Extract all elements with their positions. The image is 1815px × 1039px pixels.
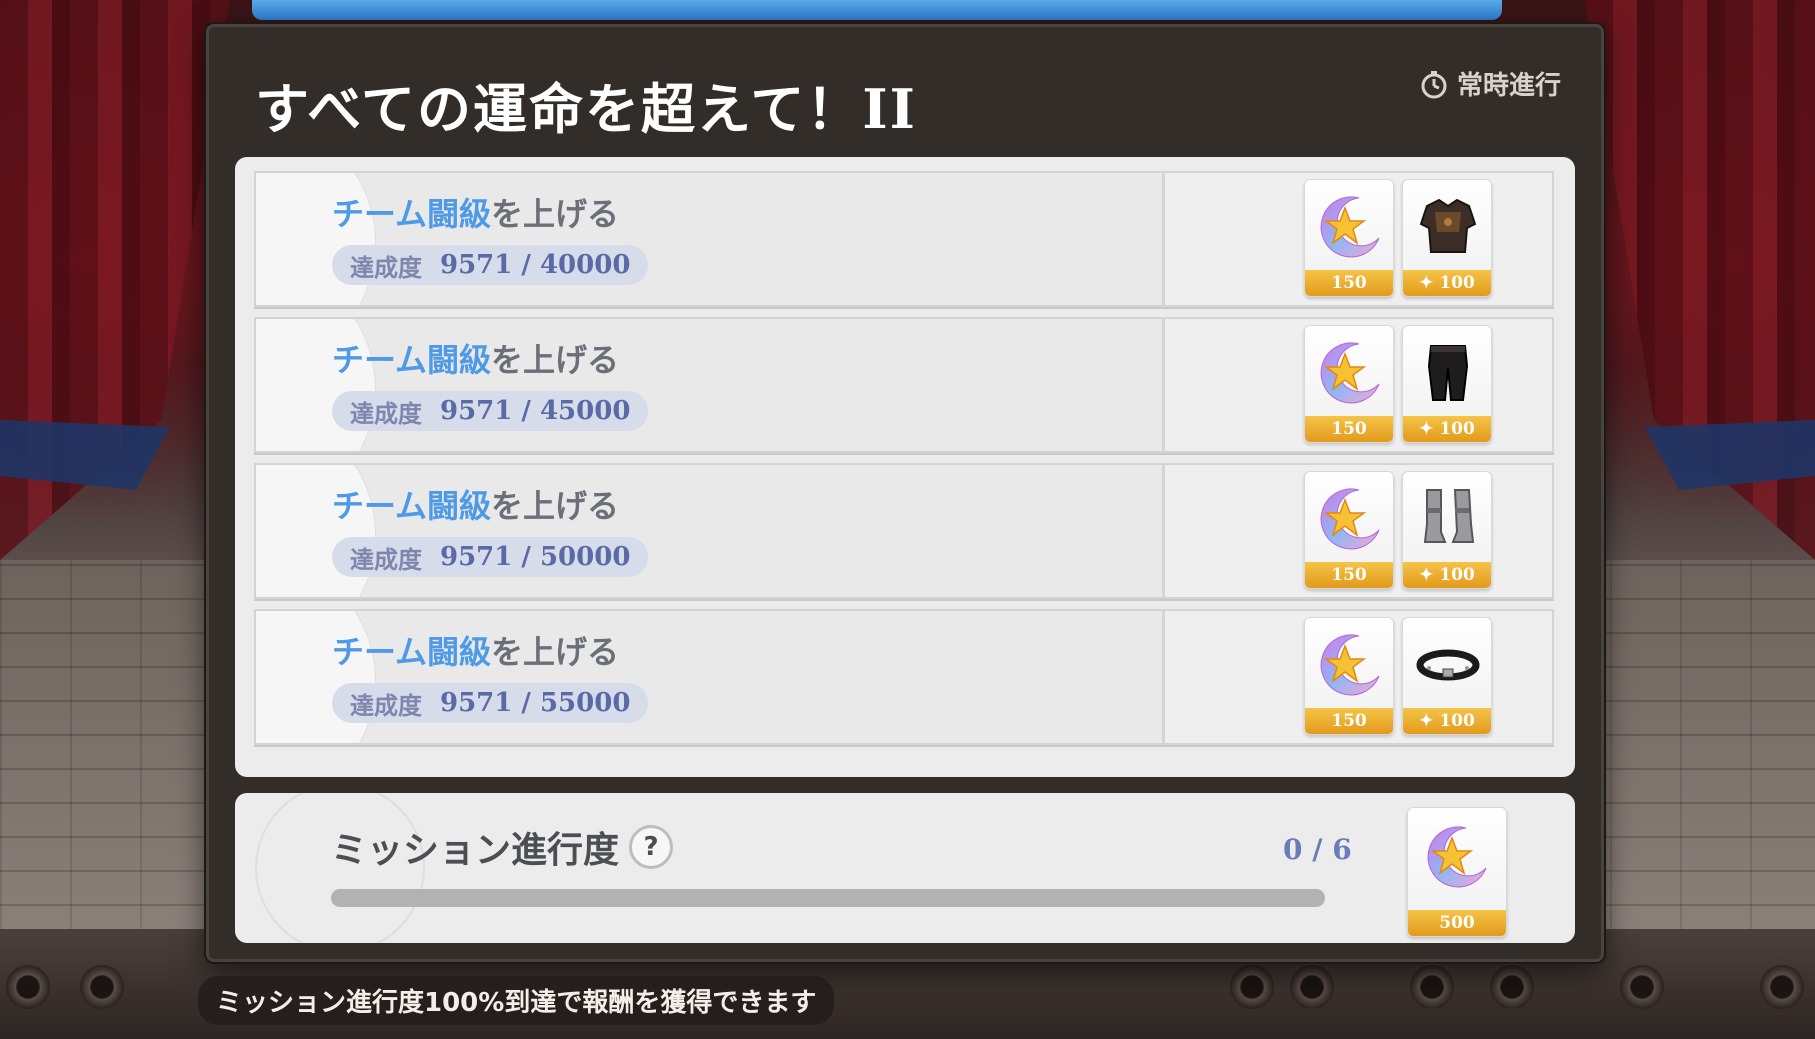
reward-quantity: ✦ 100 [1403, 708, 1491, 734]
progress-value: 9571 / 50000 [440, 542, 631, 572]
mission-row[interactable]: チーム闘級を上げる 達成度 9571 / 55000 150 ✦ 100 [254, 609, 1554, 745]
mission-panel: すべての運命を超えて！II 常時進行 チーム闘級を上げる 達成度 9571 / … [206, 24, 1604, 962]
reward-item[interactable]: 150 [1304, 179, 1394, 297]
mission-list: チーム闘級を上げる 達成度 9571 / 40000 150 ✦ 100 チーム… [235, 157, 1575, 777]
progress-value: 9571 / 45000 [440, 396, 631, 426]
progress-label: 達成度 [350, 253, 422, 282]
armor-pants-icon [1413, 338, 1483, 408]
reward-quantity: 500 [1408, 910, 1506, 936]
star-crystal-icon [1422, 822, 1492, 892]
divider [1162, 173, 1165, 305]
stopwatch-icon [1421, 70, 1447, 98]
mission-progress-count: 0 / 6 [1283, 833, 1352, 866]
reward-quantity: 150 [1305, 416, 1393, 442]
mission-progress-bar [331, 889, 1325, 907]
reward-quantity: 150 [1305, 708, 1393, 734]
mission-title-highlight: チーム闘級 [332, 341, 492, 379]
background-shield [80, 965, 124, 1009]
mission-title: チーム闘級を上げる [332, 627, 619, 673]
progress-value: 9571 / 55000 [440, 688, 631, 718]
progress-value: 9571 / 40000 [440, 250, 631, 280]
reward-item[interactable]: 150 [1304, 325, 1394, 443]
mission-title-rest: を上げる [491, 487, 620, 525]
mission-title: チーム闘級を上げる [332, 335, 619, 381]
top-tab-bar [252, 0, 1502, 20]
mission-title: チーム闘級を上げる [332, 189, 619, 235]
reward-quantity: ✦ 100 [1403, 416, 1491, 442]
reward-item[interactable]: ✦ 100 [1402, 325, 1492, 443]
mission-row[interactable]: チーム闘級を上げる 達成度 9571 / 50000 150 ✦ 100 [254, 463, 1554, 599]
status-badge: 常時進行 [1419, 65, 1561, 102]
mission-title-rest: を上げる [491, 195, 620, 233]
reward-quantity: ✦ 100 [1403, 270, 1491, 296]
mission-row[interactable]: チーム闘級を上げる 達成度 9571 / 40000 150 ✦ 100 [254, 171, 1554, 307]
mission-progress-section: ミッション進行度 ? 0 / 6 500 [235, 793, 1575, 943]
star-crystal-icon [1315, 484, 1385, 554]
mission-title-highlight: チーム闘級 [332, 195, 492, 233]
mission-title-highlight: チーム闘級 [332, 487, 492, 525]
progress-pill: 達成度 9571 / 40000 [332, 245, 649, 285]
background-shield [1490, 965, 1534, 1009]
progress-label: 達成度 [350, 399, 422, 428]
progress-label: 達成度 [350, 545, 422, 574]
mission-title-rest: を上げる [491, 341, 620, 379]
armor-chest-icon [1413, 192, 1483, 262]
divider [1162, 465, 1165, 597]
reward-quantity: ✦ 100 [1403, 562, 1491, 588]
hint-text: ミッション進行度100%到達で報酬を獲得できます [198, 976, 835, 1025]
page-title: すべての運命を超えて！II [255, 77, 917, 141]
divider [1162, 319, 1165, 451]
progress-pill: 達成度 9571 / 50000 [332, 537, 649, 577]
mission-title-highlight: チーム闘級 [332, 633, 492, 671]
mission-progress-label: ミッション進行度 [331, 830, 620, 871]
background-shield [1620, 965, 1664, 1009]
reward-item[interactable]: ✦ 100 [1402, 471, 1492, 589]
mission-title: チーム闘級を上げる [332, 481, 619, 527]
mission-row[interactable]: チーム闘級を上げる 達成度 9571 / 45000 150 ✦ 100 [254, 317, 1554, 453]
progress-pill: 達成度 9571 / 55000 [332, 683, 649, 723]
background-shield [1230, 965, 1274, 1009]
reward-item[interactable]: ✦ 100 [1402, 179, 1492, 297]
reward-item[interactable]: 150 [1304, 617, 1394, 735]
divider [1162, 611, 1165, 743]
help-icon[interactable]: ? [629, 825, 674, 869]
mission-title-rest: を上げる [491, 633, 620, 671]
progress-label: 達成度 [350, 691, 422, 720]
reward-item[interactable]: ✦ 100 [1402, 617, 1492, 735]
progress-pill: 達成度 9571 / 45000 [332, 391, 649, 431]
background-shield [1290, 965, 1334, 1009]
reward-quantity: 150 [1305, 270, 1393, 296]
background-shield [1760, 965, 1804, 1009]
background-shield [6, 965, 50, 1009]
background-shield [1410, 965, 1454, 1009]
armor-belt-icon [1413, 630, 1483, 700]
star-crystal-icon [1315, 192, 1385, 262]
mission-progress-title: ミッション進行度 ? [331, 821, 674, 873]
status-label: 常時進行 [1456, 71, 1561, 101]
star-crystal-icon [1315, 630, 1385, 700]
armor-boots-icon [1413, 484, 1483, 554]
reward-quantity: 150 [1305, 562, 1393, 588]
star-crystal-icon [1315, 338, 1385, 408]
reward-item[interactable]: 150 [1304, 471, 1394, 589]
completion-reward[interactable]: 500 [1407, 807, 1507, 937]
